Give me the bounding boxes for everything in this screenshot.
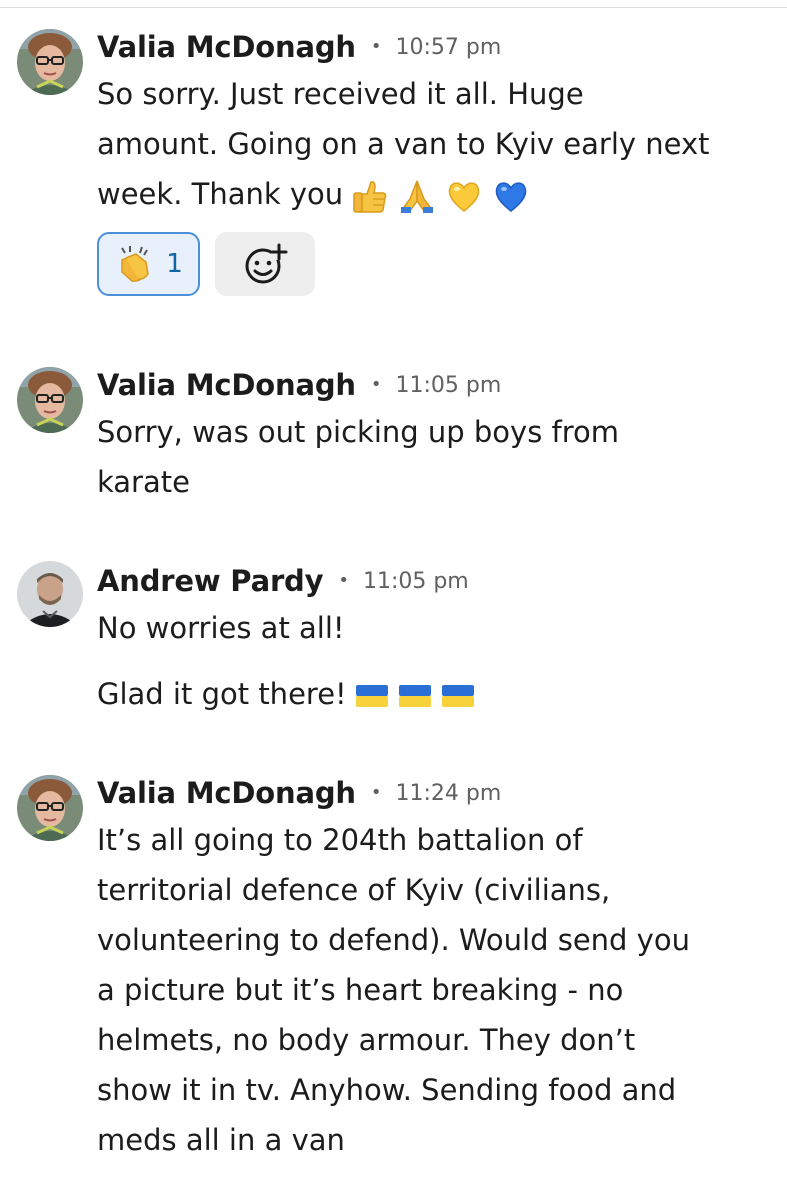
- reaction-clap[interactable]: 1: [97, 232, 200, 296]
- message-header: Valia McDonagh • 10:57 pm: [97, 27, 501, 67]
- avatar-valia[interactable]: [17, 29, 83, 95]
- timestamp[interactable]: 11:05 pm: [363, 569, 469, 594]
- message-line: volunteering to defend). Would send you: [97, 923, 690, 957]
- thumbs-up-icon: [353, 181, 387, 213]
- message-header: Valia McDonagh • 11:24 pm: [97, 773, 501, 813]
- message-line-with-emoji: Glad it got there!: [97, 669, 767, 719]
- ukraine-flag-icon: [398, 685, 431, 707]
- message-line: So sorry. Just received it all. Huge: [97, 77, 584, 111]
- author-name[interactable]: Valia McDonagh: [97, 30, 356, 64]
- timestamp[interactable]: 11:24 pm: [395, 781, 501, 806]
- message-line: territorial defence of Kyiv (civilians,: [97, 873, 611, 907]
- separator-dot: •: [338, 569, 349, 591]
- blue-heart-icon: [495, 182, 527, 212]
- avatar-valia[interactable]: [17, 367, 83, 433]
- reactions-bar: 1: [97, 232, 315, 296]
- message-header: Valia McDonagh • 11:05 pm: [97, 365, 501, 405]
- message-3: Andrew Pardy • 11:05 pm No worries at al…: [0, 561, 787, 721]
- add-reaction-button[interactable]: [215, 232, 315, 296]
- message-line: amount. Going on a van to Kyiv early nex…: [97, 127, 710, 161]
- message-text: No worries at all! Glad it got there!: [97, 603, 767, 719]
- message-line: karate: [97, 465, 190, 499]
- message-2: Valia McDonagh • 11:05 pm Sorry, was out…: [0, 365, 787, 515]
- avatar-andrew[interactable]: [17, 561, 83, 627]
- yellow-heart-icon: [448, 182, 480, 212]
- timestamp[interactable]: 11:05 pm: [395, 373, 501, 398]
- message-line: helmets, no body armour. They don’t: [97, 1023, 636, 1057]
- message-line: show it in tv. Anyhow. Sending food and: [97, 1073, 677, 1107]
- message-4: Valia McDonagh • 11:24 pm It’s all going…: [0, 773, 787, 1193]
- add-reaction-icon: [245, 243, 288, 284]
- top-divider: [0, 7, 787, 8]
- message-header: Andrew Pardy • 11:05 pm: [97, 561, 469, 601]
- message-text: Sorry, was out picking up boys from kara…: [97, 407, 767, 507]
- message-text: So sorry. Just received it all. Huge amo…: [97, 69, 767, 219]
- message-line-with-emoji: week. Thank you: [97, 169, 767, 219]
- ukraine-flag-icon: [441, 685, 474, 707]
- folded-hands-icon: [401, 180, 434, 213]
- message-line-text: week. Thank you: [97, 177, 344, 211]
- message-line: meds all in a van: [97, 1123, 345, 1157]
- author-name[interactable]: Valia McDonagh: [97, 776, 356, 810]
- message-line-text: Glad it got there!: [97, 677, 347, 711]
- clapping-hands-icon: [121, 246, 150, 282]
- message-1: Valia McDonagh • 10:57 pm So sorry. Just…: [0, 27, 787, 307]
- separator-dot: •: [370, 373, 382, 395]
- message-line: It’s all going to 204th battalion of: [97, 823, 583, 857]
- emoji-group: [351, 177, 539, 215]
- message-line: No worries at all!: [97, 611, 345, 645]
- author-name[interactable]: Andrew Pardy: [97, 564, 324, 598]
- reaction-count: 1: [166, 249, 183, 279]
- avatar-valia[interactable]: [17, 775, 83, 841]
- message-text: It’s all going to 204th battalion of ter…: [97, 815, 767, 1165]
- separator-dot: •: [370, 781, 382, 803]
- ukraine-flag-icon: [355, 685, 388, 707]
- emoji-group: [355, 683, 484, 709]
- timestamp[interactable]: 10:57 pm: [395, 35, 501, 60]
- message-line: Sorry, was out picking up boys from: [97, 415, 620, 449]
- separator-dot: •: [370, 35, 382, 57]
- author-name[interactable]: Valia McDonagh: [97, 368, 356, 402]
- message-line: a picture but it’s heart breaking - no: [97, 973, 624, 1007]
